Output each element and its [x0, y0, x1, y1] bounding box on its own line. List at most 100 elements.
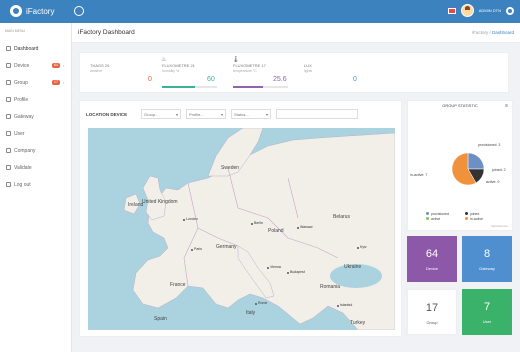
sidebar-item-device[interactable]: Device 64 › [0, 57, 71, 74]
svg-text:Budapest: Budapest [290, 270, 305, 274]
chart-legend: provisioned joined active in-active [426, 211, 506, 221]
flag-icon[interactable] [447, 7, 456, 14]
group-count-tile[interactable]: 17 Group [407, 289, 457, 335]
hamburger-icon[interactable]: ≡ [505, 103, 508, 109]
sensor-card[interactable]: ♨ FLUXOMETRE 21 humidity % 60 [161, 53, 217, 94]
legend-label: joined [469, 211, 480, 216]
sidebar-item-profile[interactable]: Profile [0, 91, 71, 108]
map-label-ukraine: Ukraine [344, 264, 361, 270]
sensor-progress [162, 86, 217, 88]
app-title: iFactory [26, 6, 55, 16]
sidebar-item-label: Validate [14, 164, 32, 171]
sidebar-header: MAIN MENU [5, 29, 26, 33]
tile-value: 7 [483, 301, 491, 313]
sensor-card[interactable]: THAGS 29 weather 0 [90, 53, 152, 94]
pie-data-label: in-active: 7 [410, 173, 427, 177]
sensor-progress-fill [162, 86, 195, 88]
map-label-romania: Romania [320, 284, 340, 290]
drop-icon: ♨ [161, 57, 167, 63]
map-svg: Sweden United Kingdom Ireland Poland Ger… [123, 128, 395, 330]
legend-item[interactable]: active [426, 216, 464, 221]
brand[interactable]: iFactory [10, 5, 54, 17]
sidebar-toggle-icon[interactable] [74, 6, 84, 16]
chart-title: GROUP STATISTIC [442, 103, 478, 108]
svg-text:Kyiv: Kyiv [360, 245, 367, 249]
gateway-icon [6, 114, 11, 119]
sidebar-item-label: Profile [14, 96, 29, 103]
profile-icon [6, 97, 11, 102]
map-label-poland: Poland [268, 228, 284, 234]
legend-dot [464, 212, 468, 215]
profile-select[interactable]: Profile... ▾ [186, 109, 226, 119]
user-name[interactable]: ADMIN DTN [479, 8, 501, 13]
validate-icon [6, 165, 11, 170]
chevron-right-icon: › [63, 63, 65, 68]
map-label-sweden: Sweden [221, 165, 239, 171]
legend-item[interactable]: in-active [464, 216, 503, 221]
location-device-panel: LOCATION DEVICE Group... ▾ Profile... ▾ St… [79, 100, 402, 337]
sensor-progress-fill [233, 86, 264, 88]
sensor-value: 0 [353, 76, 357, 83]
sidebar-item-validate[interactable]: Validate [0, 159, 71, 176]
svg-text:Rome: Rome [258, 301, 267, 305]
tile-label: User [482, 319, 492, 324]
status-select-value: Status... [234, 111, 249, 117]
europe-map[interactable]: Sweden United Kingdom Ireland Poland Ger… [88, 128, 395, 330]
caret-down-icon: ▾ [175, 111, 178, 117]
sidebar-item-label: Company [14, 147, 36, 154]
svg-text:Istanbul: Istanbul [340, 303, 352, 307]
sidebar-item-label: Gateway [14, 113, 34, 120]
sensor-unit: lights [304, 69, 313, 73]
sensor-label: FLUXOMETRE 21 [162, 63, 195, 68]
profile-select-value: Profile... [189, 111, 204, 117]
sensor-card[interactable]: LUX lights 0 [304, 53, 359, 94]
sidebar-item-logout[interactable]: Log out [0, 176, 71, 193]
breadcrumb-item[interactable]: iFactory [472, 30, 488, 35]
sidebar-item-company[interactable]: Company [0, 142, 71, 159]
sidebar-item-gateway[interactable]: Gateway [0, 108, 71, 125]
status-select[interactable]: Status... ▾ [231, 109, 271, 119]
map-search-input[interactable] [276, 109, 358, 119]
user-area: ADMIN DTN [447, 4, 514, 17]
sidebar-item-user[interactable]: User [0, 125, 71, 142]
sensor-value: 60 [207, 76, 215, 83]
sidebar-item-label: Log out [14, 181, 31, 188]
sidebar-item-group[interactable]: Group 17 › [0, 74, 71, 91]
user-icon [6, 131, 11, 136]
gateway-count-tile[interactable]: 8 Gateway [462, 236, 512, 282]
chart-credit[interactable]: highcharts.com [491, 225, 508, 228]
map-label-ireland: Ireland [128, 202, 144, 208]
group-select[interactable]: Group... ▾ [141, 109, 181, 119]
map-label-turkey: Turkey [350, 320, 366, 326]
company-icon [6, 148, 11, 153]
gear-icon[interactable] [506, 6, 514, 15]
sidebar-item-label: Group [14, 79, 28, 86]
tile-value: 64 [425, 248, 439, 260]
location-device-label: LOCATION DEVICE [86, 111, 128, 117]
group-count-badge: 17 [52, 80, 60, 85]
sensor-unit: humidity % [162, 69, 180, 73]
user-count-tile[interactable]: 7 User [462, 289, 512, 335]
chevron-right-icon: › [63, 80, 65, 85]
sensor-unit: temperature °C [233, 69, 257, 73]
sensor-label: FLUXOMETRE 17 [233, 63, 266, 68]
pie-data-label: active: 0 [486, 180, 499, 184]
page-header: iFactory Dashboard iFactory / Dashboard [72, 23, 520, 43]
sensor-value: 0 [148, 76, 152, 83]
group-statistic-panel: GROUP STATISTIC ≡ provisioned: 3 joined: … [407, 100, 513, 231]
avatar[interactable] [460, 4, 474, 17]
legend-dot [426, 212, 429, 215]
device-count-tile[interactable]: 64 Device [407, 236, 457, 282]
sensor-progress [233, 86, 288, 88]
sensor-card[interactable]: 🌡 FLUXOMETRE 17 temperature °C 25.6 [232, 53, 288, 94]
sidebar-item-dashboard[interactable]: Dashboard [0, 40, 71, 57]
pie-slice-provisioned[interactable] [467, 152, 485, 170]
pie-data-label: provisioned: 3 [478, 143, 500, 147]
group-icon [6, 80, 11, 85]
legend-dot [464, 217, 468, 220]
tile-label: Device [425, 266, 439, 271]
logout-icon [6, 182, 11, 187]
breadcrumb: iFactory / Dashboard [472, 30, 514, 35]
device-icon [6, 63, 11, 68]
svg-text:Berlin: Berlin [254, 221, 263, 225]
